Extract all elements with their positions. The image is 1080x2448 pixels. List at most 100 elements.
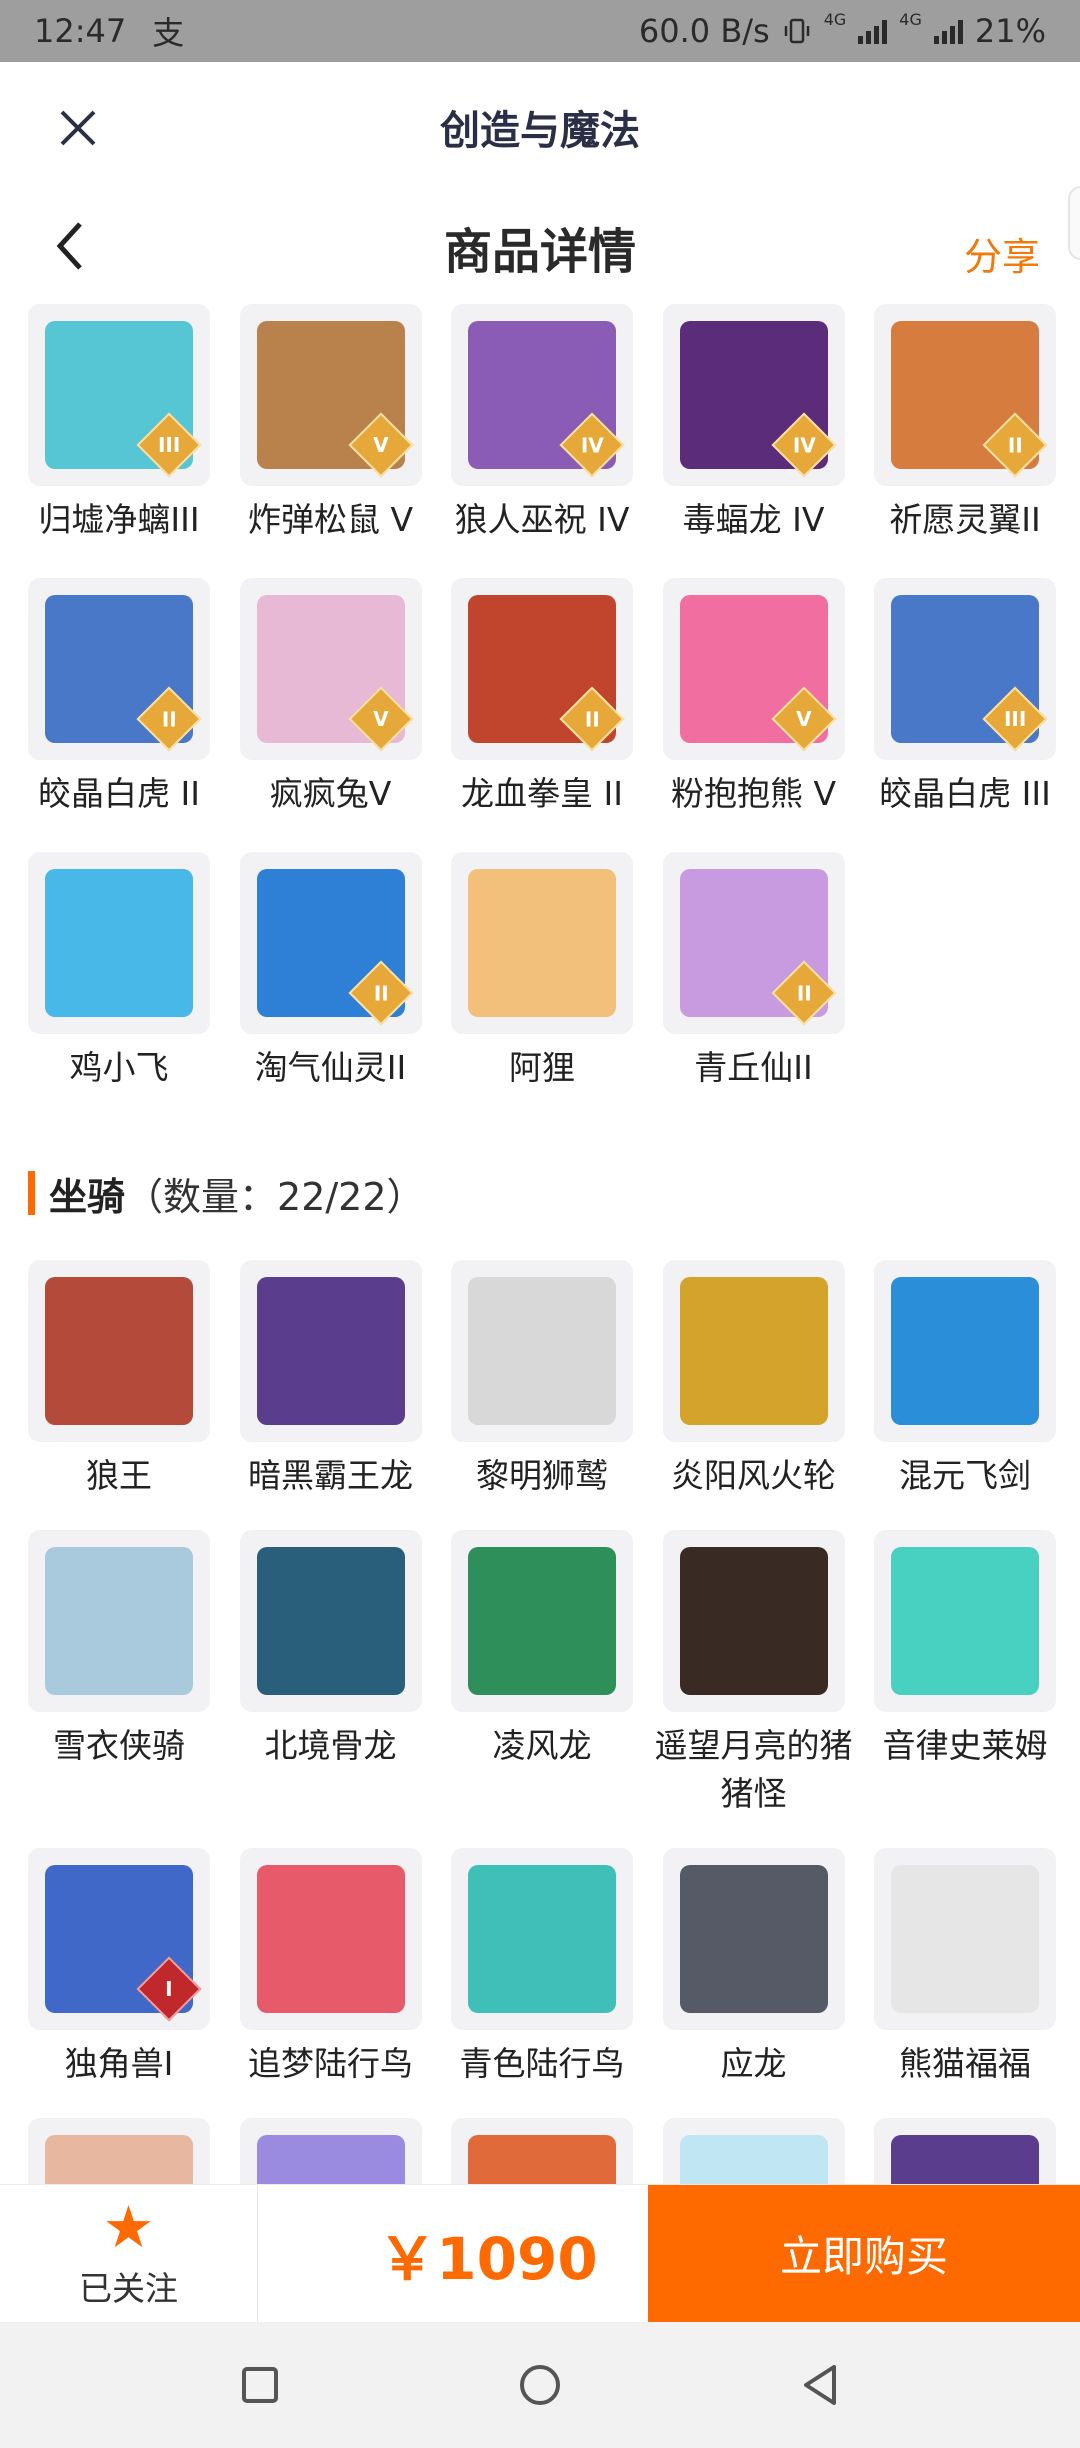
mount-name: 混元飞剑 — [899, 1456, 1031, 1495]
close-icon[interactable] — [50, 100, 106, 156]
pet-name: 疯疯兔V — [269, 774, 392, 813]
mount-name: 熊猫福福 — [899, 2044, 1031, 2083]
rank-badge-label: III — [157, 432, 181, 457]
pet-item[interactable]: II 青丘仙II — [662, 852, 845, 1092]
pet-card: III — [28, 304, 210, 486]
mount-item[interactable]: 雪衣侠骑 — [28, 1530, 210, 1818]
mount-name: 雪衣侠骑 — [53, 1726, 185, 1765]
mount-name: 黎明狮鹫 — [476, 1456, 608, 1495]
pet-item[interactable]: 阿狸 — [451, 852, 633, 1092]
mount-name: 狼王 — [86, 1456, 152, 1495]
network-type-2: 4G — [899, 10, 922, 29]
product-content[interactable]: III 归墟净螭III V 炸弹松鼠 V IV 狼人巫祝 IV IV 毒蝠龙 IV II 祈愿灵翼… — [0, 304, 1080, 2184]
mount-thumbnail — [256, 2135, 405, 2184]
mount-item[interactable] — [239, 2118, 422, 2184]
mount-name: 遥望月亮的猪猪怪 — [654, 1726, 853, 1813]
mount-card — [662, 1848, 845, 2030]
bottom-action-bar: ★ 已关注 ￥1090 立即购买 — [0, 2184, 1080, 2322]
pet-item[interactable]: IV 毒蝠龙 IV — [662, 304, 845, 544]
mount-item[interactable]: 黎明狮鹫 — [451, 1260, 633, 1500]
network-speed: 60.0 B/s — [638, 12, 770, 50]
mounts-grid: 狼王 暗黑霸王龙 黎明狮鹫 炎阳风火轮 混元飞剑雪衣侠骑 北境骨龙 凌风龙 遥望月亮的猪猪怪音… — [0, 1260, 1080, 2184]
pet-item[interactable]: V 粉抱抱熊 V — [662, 578, 845, 818]
mount-item[interactable]: 凌风龙 — [451, 1530, 633, 1818]
buy-now-button[interactable]: 立即购买 — [648, 2185, 1080, 2322]
mount-item[interactable]: I 独角兽I — [28, 1848, 210, 2088]
share-button[interactable]: 分享 — [964, 226, 1040, 281]
mount-item[interactable] — [874, 2118, 1056, 2184]
mount-name: 暗黑霸王龙 — [248, 1456, 413, 1495]
rank-badge-label: I — [165, 1976, 173, 2001]
mount-name: 凌风龙 — [492, 1726, 592, 1765]
mount-item[interactable]: 追梦陆行鸟 — [239, 1848, 422, 2088]
mount-item[interactable]: 熊猫福福 — [874, 1848, 1056, 2088]
mount-item[interactable]: 暗黑霸王龙 — [239, 1260, 422, 1500]
app-header: 创造与魔法 — [0, 62, 1080, 192]
mount-thumbnail — [45, 2135, 193, 2184]
pet-card: II — [874, 304, 1056, 486]
mount-thumbnail — [891, 2135, 1039, 2184]
follow-button[interactable]: ★ 已关注 — [0, 2185, 258, 2322]
back-arrow-icon[interactable] — [50, 214, 90, 278]
pet-item[interactable]: V 疯疯兔V — [239, 578, 422, 818]
pets-grid: III 归墟净螭III V 炸弹松鼠 V IV 狼人巫祝 IV IV 毒蝠龙 IV II 祈愿灵翼… — [0, 304, 1080, 1092]
mount-card — [874, 1260, 1056, 1442]
pet-item[interactable]: II 龙血拳皇 II — [451, 578, 633, 818]
rank-badge-label: II — [373, 980, 388, 1005]
mount-item[interactable]: 遥望月亮的猪猪怪 — [655, 1530, 853, 1818]
mount-item[interactable]: 青色陆行鸟 — [451, 1848, 633, 2088]
mount-item[interactable] — [662, 2118, 845, 2184]
mount-thumbnail — [256, 1277, 405, 1425]
mount-thumbnail — [679, 1547, 828, 1695]
mount-thumbnail — [468, 1277, 616, 1425]
pet-name: 粉抱抱熊 V — [670, 774, 837, 813]
mount-card — [662, 1260, 845, 1442]
mount-item[interactable]: 炎阳风火轮 — [662, 1260, 845, 1500]
mount-item[interactable]: 北境骨龙 — [239, 1530, 422, 1818]
mount-thumbnail — [891, 1865, 1039, 2013]
mount-name: 青色陆行鸟 — [459, 2044, 625, 2083]
mount-item[interactable] — [451, 2118, 633, 2184]
alipay-notification-icon: 支 — [152, 14, 185, 52]
mount-thumbnail — [468, 1547, 616, 1695]
mount-item[interactable]: 狼王 — [28, 1260, 210, 1500]
mounts-section-header: 坐骑 （数量：22/22） — [28, 1168, 1080, 1219]
mount-name: 应龙 — [720, 2044, 787, 2083]
vibrate-icon — [784, 18, 809, 44]
mounts-count: （数量：22/22） — [125, 1174, 425, 1219]
mount-item[interactable] — [28, 2118, 210, 2184]
mount-item[interactable]: 音律史莱姆 — [874, 1530, 1056, 1818]
star-icon: ★ — [102, 2192, 155, 2261]
back-triangle-icon[interactable] — [790, 2355, 850, 2415]
mount-thumbnail — [468, 1865, 616, 2013]
mount-card — [451, 1530, 633, 1712]
home-icon[interactable] — [510, 2355, 570, 2415]
price-label: ￥1090 — [378, 2224, 598, 2293]
pet-item[interactable]: V 炸弹松鼠 V — [239, 304, 422, 544]
mount-thumbnail — [256, 1865, 405, 2013]
signal-icon-2 — [933, 18, 963, 44]
pet-card: V — [662, 578, 845, 760]
pet-item[interactable]: II 祈愿灵翼II — [874, 304, 1056, 544]
rank-badge-label: V — [372, 706, 389, 731]
pet-item[interactable]: II 皎晶白虎 II — [28, 578, 210, 818]
mount-card — [239, 1848, 422, 2030]
pet-name: 祈愿灵翼II — [889, 500, 1041, 539]
pet-item[interactable]: III 皎晶白虎 III — [874, 578, 1056, 818]
recent-apps-icon[interactable] — [230, 2355, 290, 2415]
pet-card: V — [239, 578, 422, 760]
pet-item[interactable]: IV 狼人巫祝 IV — [451, 304, 633, 544]
pet-item[interactable]: 鸡小飞 — [28, 852, 210, 1092]
floating-edge-tab[interactable] — [1068, 186, 1080, 260]
system-nav-bar — [0, 2322, 1080, 2448]
pet-item[interactable]: II 淘气仙灵II — [239, 852, 422, 1092]
mount-item[interactable]: 混元飞剑 — [874, 1260, 1056, 1500]
mount-thumbnail — [679, 2135, 828, 2184]
signal-icon-1 — [858, 18, 888, 44]
pet-card: V — [239, 304, 422, 486]
mount-item[interactable]: 应龙 — [662, 1848, 845, 2088]
mount-thumbnail — [45, 1547, 193, 1695]
pet-item[interactable]: III 归墟净螭III — [28, 304, 210, 544]
rank-badge-label: V — [795, 706, 812, 731]
mount-card — [28, 1260, 210, 1442]
